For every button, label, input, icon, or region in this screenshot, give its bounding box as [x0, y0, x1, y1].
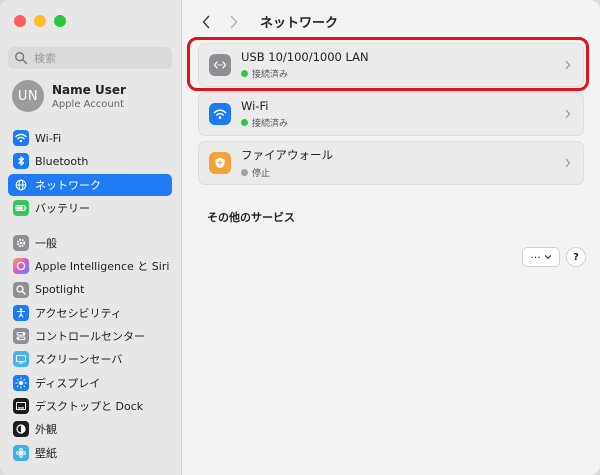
bluetooth-icon — [13, 153, 29, 170]
sidebar-item-label: Spotlight — [35, 283, 85, 297]
service-row-firewall[interactable]: ファイアウォール 停止 — [198, 141, 584, 185]
service-status: 接続済み — [252, 70, 289, 80]
toolbar: ネットワーク — [198, 12, 338, 31]
wifi-icon — [13, 130, 29, 146]
user-name: Name User — [52, 82, 126, 97]
sidebar-item-label: ディスプレイ — [35, 376, 101, 390]
sidebar-item-label: 外観 — [35, 423, 57, 437]
search-icon — [15, 52, 28, 65]
gear-icon — [13, 235, 29, 251]
service-row-usb-lan[interactable]: USB 10/100/1000 LAN 接続済み — [198, 43, 584, 87]
sidebar-item-bluetooth[interactable]: Bluetooth — [8, 150, 172, 172]
sidebar-item-screensaver[interactable]: スクリーンセーバ — [8, 348, 172, 370]
spotlight-icon — [13, 281, 29, 298]
display-icon — [13, 374, 29, 391]
wallpaper-icon — [13, 444, 29, 461]
siri-icon — [13, 258, 29, 275]
minimize-window-button[interactable] — [34, 15, 46, 27]
sidebar-item-battery[interactable]: バッテリー — [8, 197, 172, 219]
sidebar-group-system: 一般 Apple Intelligence と Siri Spotlight ア… — [8, 232, 172, 465]
sidebar-item-label: 一般 — [35, 237, 57, 250]
sidebar-item-label: Wi-Fi — [35, 131, 62, 145]
dock-icon — [13, 398, 29, 415]
main-pane: ネットワーク USB 10/100/1000 LAN 接続済み Wi-Fi 接続… — [182, 0, 600, 475]
close-window-button[interactable] — [14, 15, 26, 27]
service-status: 停止 — [252, 169, 271, 179]
sidebar-item-label: Bluetooth — [35, 154, 89, 168]
sidebar-item-label: デスクトップと Dock — [35, 400, 144, 414]
sidebar-item-desktop-dock[interactable]: デスクトップと Dock — [8, 395, 172, 417]
settings-window: UN Name User Apple Account Wi-Fi Bluetoo… — [0, 0, 600, 475]
more-actions-label: ··· — [530, 250, 541, 264]
forward-button[interactable] — [226, 13, 242, 31]
status-dot — [241, 169, 248, 176]
sidebar-item-label: 壁紙 — [35, 446, 57, 460]
chevron-left-icon — [202, 15, 210, 28]
sidebar-item-general[interactable]: 一般 — [8, 232, 172, 254]
page-title: ネットワーク — [260, 16, 339, 31]
service-row-wifi[interactable]: Wi-Fi 接続済み — [198, 92, 584, 136]
status-dot — [241, 119, 248, 126]
chevron-down-icon — [544, 255, 551, 259]
more-actions-button[interactable]: ··· — [522, 247, 560, 267]
avatar: UN — [12, 80, 44, 112]
chevron-right-icon — [230, 15, 238, 28]
apple-account-item[interactable]: UN Name User Apple Account — [12, 80, 126, 112]
sidebar-item-display[interactable]: ディスプレイ — [8, 372, 172, 394]
chevron-right-icon — [565, 109, 571, 119]
help-button[interactable]: ? — [566, 247, 586, 267]
sidebar-item-accessibility[interactable]: アクセシビリティ — [8, 302, 172, 324]
service-name: ファイアウォール — [241, 148, 333, 162]
sidebar-item-label: バッテリー — [35, 201, 90, 215]
control-center-icon — [13, 328, 29, 345]
chevron-right-icon — [565, 60, 571, 70]
sidebar-item-label: スクリーンセーバ — [35, 353, 123, 367]
back-button[interactable] — [198, 13, 214, 31]
user-subtitle: Apple Account — [52, 98, 125, 110]
status-dot — [241, 70, 248, 77]
chevron-right-icon — [565, 158, 571, 168]
globe-icon — [13, 176, 29, 193]
search-field[interactable] — [8, 47, 172, 69]
sidebar-item-control-center[interactable]: コントロールセンター — [8, 325, 172, 347]
search-input[interactable] — [32, 50, 166, 66]
sidebar-item-siri[interactable]: Apple Intelligence と Siri — [8, 255, 172, 277]
sidebar-item-spotlight[interactable]: Spotlight — [8, 279, 172, 301]
sidebar-item-wallpaper[interactable]: 壁紙 — [8, 442, 172, 464]
accessibility-icon — [13, 304, 29, 321]
other-services-heading: その他のサービス — [207, 211, 295, 224]
help-label: ? — [573, 251, 579, 263]
sidebar-item-network[interactable]: ネットワーク — [8, 173, 172, 196]
firewall-icon — [209, 152, 231, 174]
service-name: USB 10/100/1000 LAN — [241, 50, 369, 64]
sidebar-item-label: コントロールセンター — [35, 330, 145, 344]
sidebar-item-label: アクセシビリティ — [35, 306, 122, 320]
sidebar-group-connectivity: Wi-Fi Bluetooth ネットワーク バッテリー — [8, 127, 172, 220]
battery-icon — [13, 199, 29, 216]
window-controls — [14, 15, 66, 27]
sidebar-item-label: ネットワーク — [35, 178, 101, 192]
wifi-icon — [209, 103, 231, 125]
sidebar-item-wifi[interactable]: Wi-Fi — [8, 127, 172, 149]
service-name: Wi-Fi — [241, 99, 269, 113]
sidebar: UN Name User Apple Account Wi-Fi Bluetoo… — [0, 0, 182, 475]
appearance-icon — [13, 421, 29, 438]
service-status: 接続済み — [252, 119, 289, 129]
screensaver-icon — [13, 351, 29, 368]
sidebar-item-label: Apple Intelligence と Siri — [35, 260, 170, 274]
ethernet-icon — [209, 54, 231, 76]
zoom-window-button[interactable] — [54, 15, 66, 27]
sidebar-item-appearance[interactable]: 外観 — [8, 418, 172, 440]
